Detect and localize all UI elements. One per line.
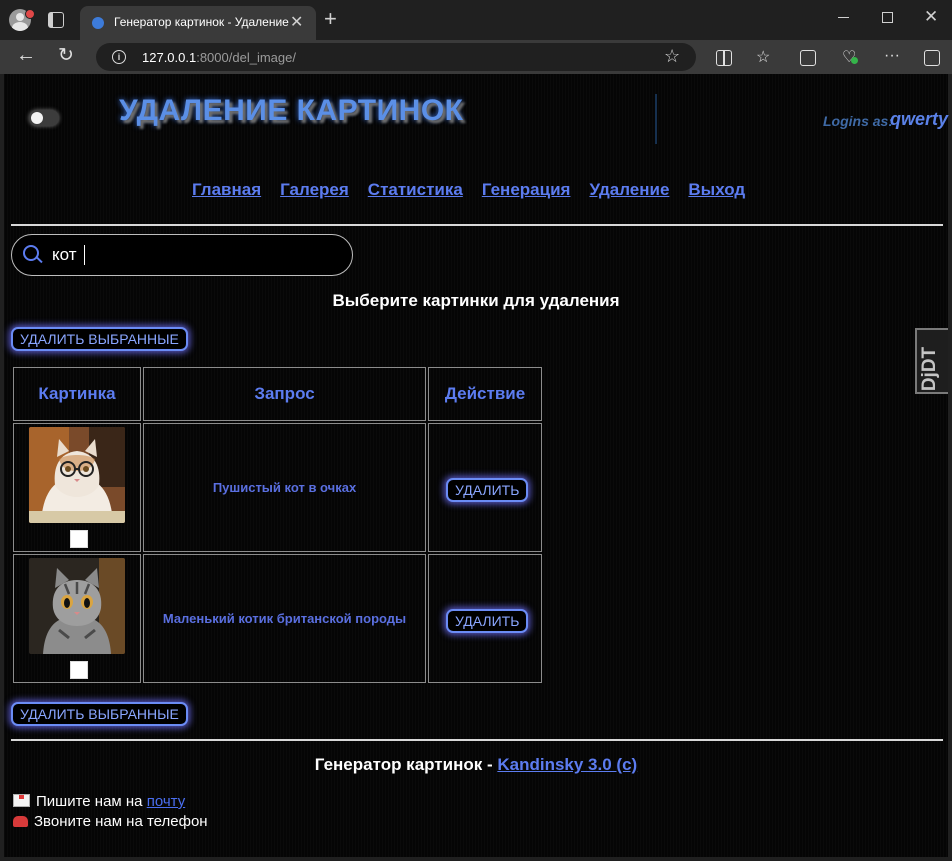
delete-selected-button-bottom[interactable]: УДАЛИТЬ ВЫБРАННЫЕ bbox=[11, 702, 188, 726]
favorites-icon[interactable]: ☆ bbox=[756, 47, 770, 67]
browser-toolbar: ← ↻ i 127.0.0.1:8000/del_image/ ☆ ☆ ♡ ··… bbox=[0, 40, 952, 74]
delete-selected-button-top[interactable]: УДАЛИТЬ ВЫБРАННЫЕ bbox=[11, 327, 188, 351]
footer-title: Генератор картинок - Kandinsky 3.0 (c) bbox=[4, 755, 948, 775]
section-heading: Выберите картинки для удаления bbox=[332, 291, 620, 310]
row-1-delete-button[interactable]: УДАЛИТЬ bbox=[446, 478, 529, 502]
tab-favicon-icon bbox=[92, 17, 104, 29]
split-screen-icon[interactable] bbox=[716, 50, 732, 66]
table-row-2-image-cell bbox=[13, 554, 141, 683]
header-divider bbox=[655, 94, 657, 144]
table-row-2-prompt-cell: Маленький котик британской породы bbox=[143, 554, 426, 683]
row-2-select-checkbox[interactable] bbox=[70, 661, 88, 679]
search-caret bbox=[84, 245, 85, 265]
cat-glasses-thumbnail bbox=[29, 427, 125, 523]
url-text[interactable]: 127.0.0.1:8000/del_image/ bbox=[142, 50, 296, 65]
contact-mail: Пишите нам на почту bbox=[13, 793, 185, 810]
kandinsky-link[interactable]: Kandinsky 3.0 (c) bbox=[497, 755, 637, 774]
window-maximize-icon[interactable] bbox=[882, 12, 893, 23]
collections-icon[interactable] bbox=[800, 50, 816, 66]
browser-tab-active[interactable]: Генератор картинок - Удаление ✕ bbox=[80, 6, 316, 40]
header-image-label: Картинка bbox=[38, 384, 116, 403]
mail-link[interactable]: почту bbox=[147, 793, 186, 810]
footer-separator bbox=[11, 739, 943, 741]
phone-icon bbox=[13, 816, 28, 827]
copilot-icon[interactable] bbox=[924, 50, 940, 66]
row-2-delete-button[interactable]: УДАЛИТЬ bbox=[446, 609, 529, 633]
theme-toggle-knob bbox=[31, 112, 43, 124]
menu-item-gallery[interactable]: Галерея bbox=[280, 180, 349, 200]
back-icon[interactable]: ← bbox=[16, 44, 36, 67]
login-label: Logins as: bbox=[823, 113, 894, 129]
window-close-icon[interactable]: ✕ bbox=[924, 7, 938, 27]
menu-item-logout[interactable]: Выход bbox=[688, 180, 745, 200]
table-row-2-action-cell: УДАЛИТЬ bbox=[428, 554, 542, 683]
mail-icon bbox=[13, 794, 30, 807]
debug-toolbar-handle[interactable]: DjDT bbox=[915, 328, 948, 394]
table-header-prompt: Запрос bbox=[143, 367, 426, 421]
contact-phone-text: Звоните нам на телефон bbox=[34, 813, 208, 830]
contact-phone: Звоните нам на телефон bbox=[13, 813, 208, 830]
more-menu-icon[interactable]: ··· bbox=[884, 47, 900, 65]
tab-title: Генератор картинок - Удаление bbox=[114, 15, 289, 29]
table-row-1-prompt-cell: Пушистый кот в очках bbox=[143, 423, 426, 552]
tab-close-icon[interactable]: ✕ bbox=[290, 12, 303, 32]
header-action-label: Действие bbox=[444, 384, 526, 403]
login-username[interactable]: qwerty bbox=[890, 109, 948, 130]
theme-toggle[interactable] bbox=[29, 110, 59, 126]
row-2-prompt: Маленький котик британской породы bbox=[162, 611, 407, 626]
favorite-star-icon[interactable]: ☆ bbox=[664, 46, 680, 67]
menu-item-generation[interactable]: Генерация bbox=[482, 180, 571, 200]
new-tab-button[interactable]: + bbox=[324, 6, 337, 32]
footer-title-prefix: Генератор картинок - bbox=[314, 755, 493, 774]
menu-item-delete[interactable]: Удаление bbox=[589, 180, 669, 200]
row-1-prompt: Пушистый кот в очках bbox=[212, 480, 357, 495]
window-minimize-icon[interactable] bbox=[838, 17, 849, 18]
page-content: УДАЛЕНИЕ КАРТИНОК Logins as: qwerty Глав… bbox=[4, 74, 948, 857]
debug-toolbar-label: DjDT bbox=[919, 346, 940, 392]
site-info-icon[interactable]: i bbox=[112, 50, 126, 64]
main-menu: Главная Галерея Статистика Генерация Удалени… bbox=[192, 180, 764, 200]
row-1-select-checkbox[interactable] bbox=[70, 530, 88, 548]
table-header-action: Действие bbox=[428, 367, 542, 421]
url-host: 127.0.0.1 bbox=[142, 50, 197, 65]
table-row-1-image-cell bbox=[13, 423, 141, 552]
search-input[interactable]: кот bbox=[11, 234, 353, 276]
page-title: УДАЛЕНИЕ КАРТИНОК bbox=[119, 94, 464, 127]
menu-item-statistics[interactable]: Статистика bbox=[368, 180, 463, 200]
british-kitten-thumbnail bbox=[29, 558, 125, 654]
header-prompt-label: Запрос bbox=[254, 384, 315, 403]
tab-actions-icon[interactable] bbox=[48, 12, 64, 28]
profile-notification-dot bbox=[25, 9, 35, 19]
url-path: :8000/del_image/ bbox=[196, 50, 296, 65]
search-icon bbox=[23, 245, 39, 261]
table-row-1-action-cell: УДАЛИТЬ bbox=[428, 423, 542, 552]
contact-mail-text: Пишите нам на bbox=[36, 793, 143, 810]
search-value: кот bbox=[52, 245, 77, 264]
reload-icon[interactable]: ↻ bbox=[58, 44, 74, 67]
header-separator bbox=[11, 224, 943, 226]
browser-tab-strip: Генератор картинок - Удаление ✕ + ✕ bbox=[0, 0, 952, 40]
essentials-status-dot bbox=[851, 57, 858, 64]
menu-item-home[interactable]: Главная bbox=[192, 180, 261, 200]
address-bar[interactable]: i 127.0.0.1:8000/del_image/ ☆ bbox=[96, 43, 696, 71]
table-header-image: Картинка bbox=[13, 367, 141, 421]
